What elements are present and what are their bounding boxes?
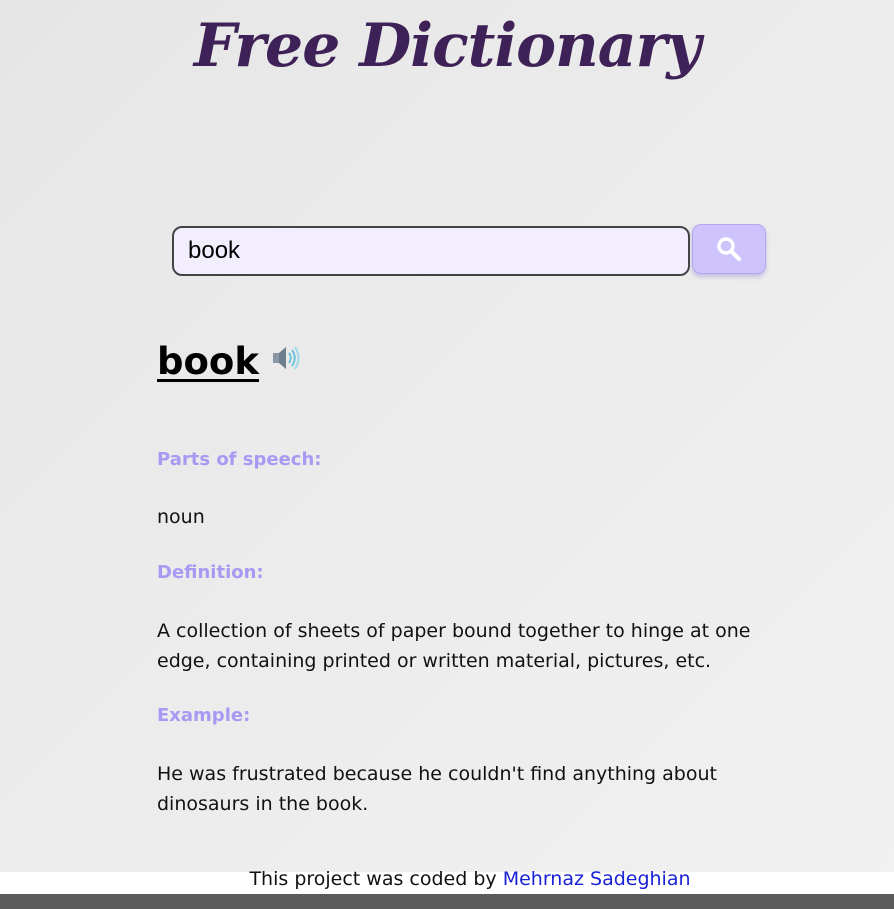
search-button[interactable]: [692, 224, 766, 274]
search-form: [172, 224, 768, 278]
parts-of-speech-label: Parts of speech:: [157, 449, 322, 470]
footer-credit-text: This project was coded by: [249, 868, 497, 890]
bottom-strip: [0, 894, 894, 909]
author-link[interactable]: Mehrnaz Sadeghian: [503, 868, 691, 890]
speaker-icon[interactable]: [271, 344, 301, 372]
app-title: Free Dictionary: [193, 11, 701, 81]
definition-text: A collection of sheets of paper bound to…: [157, 620, 751, 672]
footer: This project was coded by Mehrnaz Sadegh…: [0, 864, 894, 894]
example-text: He was frustrated because he couldn't fi…: [157, 763, 717, 815]
search-icon: [716, 236, 742, 262]
search-input[interactable]: [172, 226, 690, 276]
example-label: Example:: [157, 705, 251, 726]
definition-label: Definition:: [157, 562, 264, 583]
result-word: book: [157, 339, 259, 383]
result-header: book: [157, 334, 301, 388]
part-of-speech-value: noun: [157, 506, 205, 528]
